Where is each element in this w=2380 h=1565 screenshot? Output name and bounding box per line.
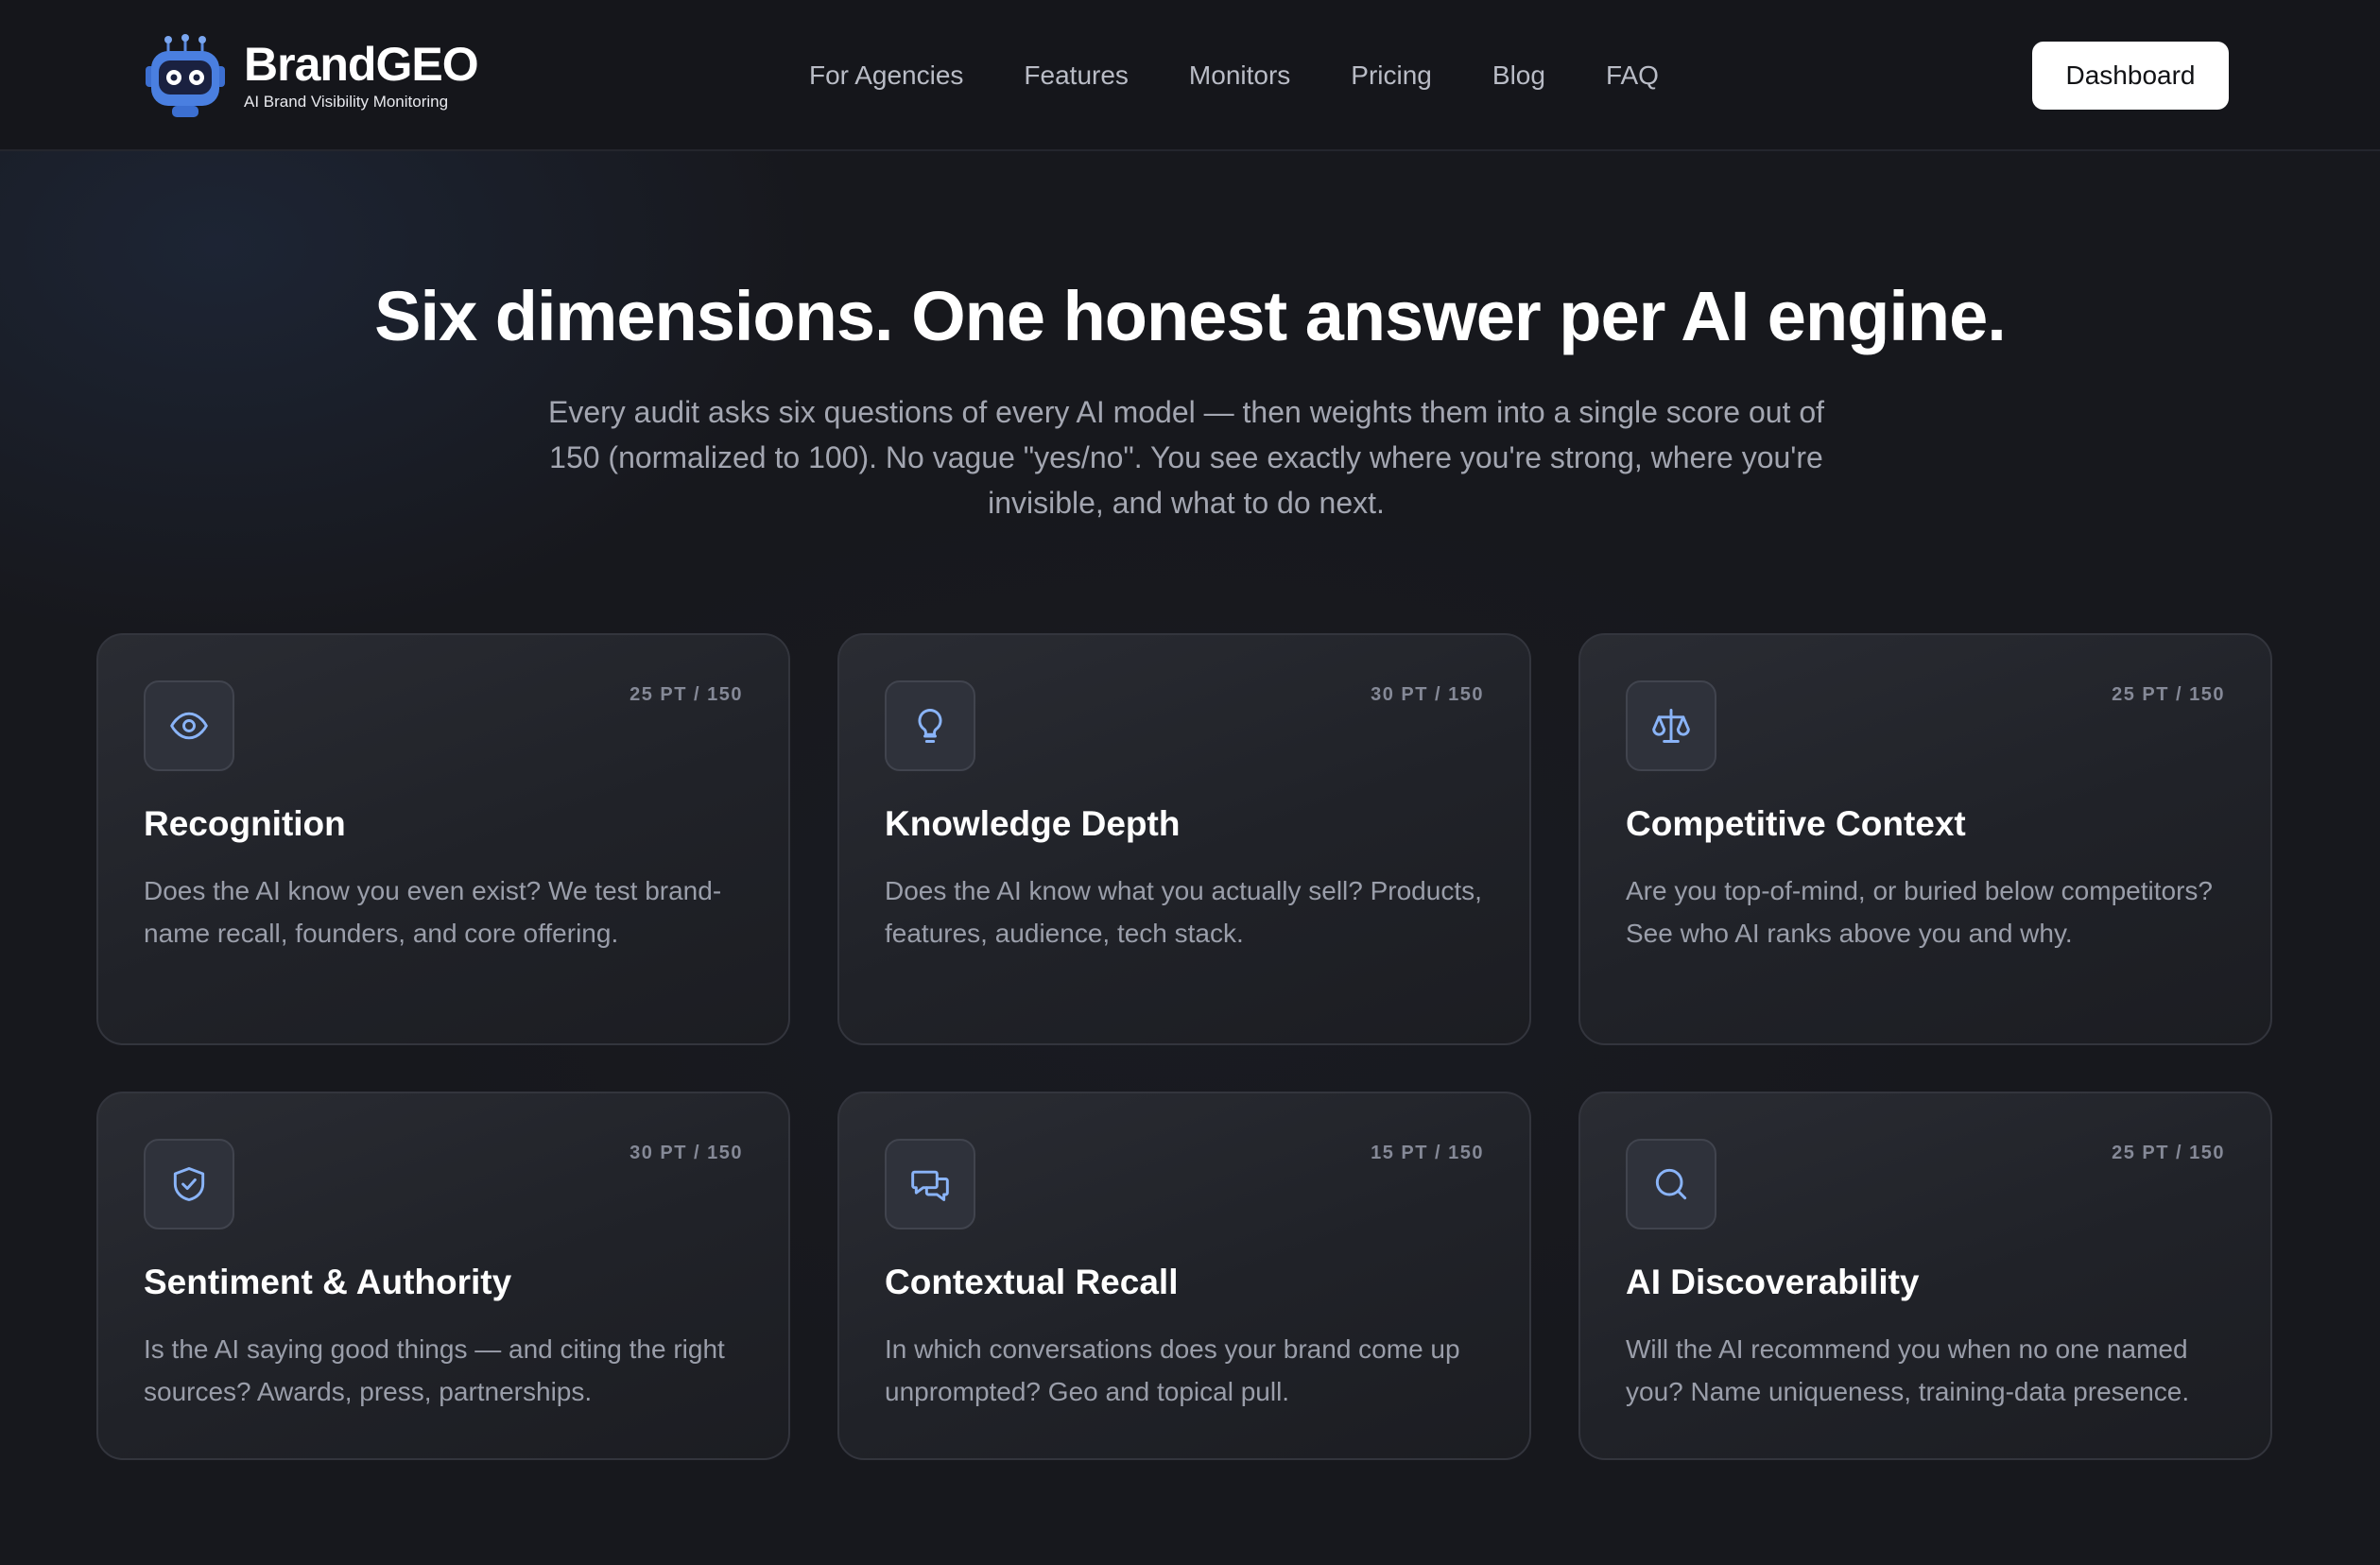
card-competitive-context: 25 PT / 150 Competitive Context Are you …	[1578, 633, 2272, 1045]
page-title: Six dimensions. One honest answer per AI…	[374, 277, 2007, 355]
search-icon	[1626, 1139, 1716, 1230]
card-points: 25 PT / 150	[2112, 684, 2225, 705]
nav-item-faq[interactable]: FAQ	[1606, 60, 1659, 91]
brand-name: BrandGEO	[244, 38, 479, 91]
card-sentiment-authority: 30 PT / 150 Sentiment & Authority Is the…	[96, 1092, 790, 1460]
brand-tagline: AI Brand Visibility Monitoring	[244, 93, 449, 111]
card-knowledge-depth: 30 PT / 150 Knowledge Depth Does the AI …	[837, 633, 1531, 1045]
dashboard-button[interactable]: Dashboard	[2032, 42, 2229, 110]
card-description: Will the AI recommend you when no one na…	[1626, 1334, 2190, 1406]
card-description: Is the AI saying good things — and citin…	[144, 1334, 725, 1406]
lightbulb-icon	[885, 680, 975, 771]
card-title: Contextual Recall	[885, 1263, 1179, 1301]
card-title: Sentiment & Authority	[144, 1263, 512, 1301]
card-description: Does the AI know you even exist? We test…	[144, 876, 722, 948]
robot-logo-icon	[146, 34, 225, 117]
card-points: 15 PT / 150	[1371, 1143, 1484, 1163]
main-nav: For Agencies Features Monitors Pricing B…	[809, 53, 1659, 98]
card-points: 30 PT / 150	[1371, 684, 1484, 705]
card-title: Recognition	[144, 804, 346, 843]
nav-item-pricing[interactable]: Pricing	[1351, 60, 1432, 91]
brand-logo[interactable]: BrandGEO AI Brand Visibility Monitoring	[140, 28, 479, 123]
card-title: Competitive Context	[1626, 804, 1966, 843]
card-description: Does the AI know what you actually sell?…	[885, 876, 1482, 948]
shield-check-icon	[144, 1139, 234, 1230]
card-points: 25 PT / 150	[2112, 1143, 2225, 1163]
card-ai-discoverability: 25 PT / 150 AI Discoverability Will the …	[1578, 1092, 2272, 1460]
eye-icon	[144, 680, 234, 771]
chat-bubbles-icon	[885, 1139, 975, 1230]
scale-icon	[1626, 680, 1716, 771]
nav-item-features[interactable]: Features	[1024, 60, 1129, 91]
site-header: BrandGEO AI Brand Visibility Monitoring …	[0, 0, 2380, 151]
card-title: Knowledge Depth	[885, 804, 1181, 843]
card-description: Are you top-of-mind, or buried below com…	[1626, 876, 2213, 948]
nav-item-blog[interactable]: Blog	[1492, 60, 1545, 91]
nav-item-for-agencies[interactable]: For Agencies	[809, 60, 963, 91]
card-points: 25 PT / 150	[629, 684, 743, 705]
nav-item-monitors[interactable]: Monitors	[1189, 60, 1290, 91]
page-subtitle: Every audit asks six questions of every …	[547, 395, 1824, 520]
card-recognition: 25 PT / 150 Recognition Does the AI know…	[96, 633, 790, 1045]
card-points: 30 PT / 150	[629, 1143, 743, 1163]
card-contextual-recall: 15 PT / 150 Contextual Recall In which c…	[837, 1092, 1531, 1460]
card-title: AI Discoverability	[1626, 1263, 1920, 1301]
card-description: In which conversations does your brand c…	[885, 1334, 1460, 1406]
